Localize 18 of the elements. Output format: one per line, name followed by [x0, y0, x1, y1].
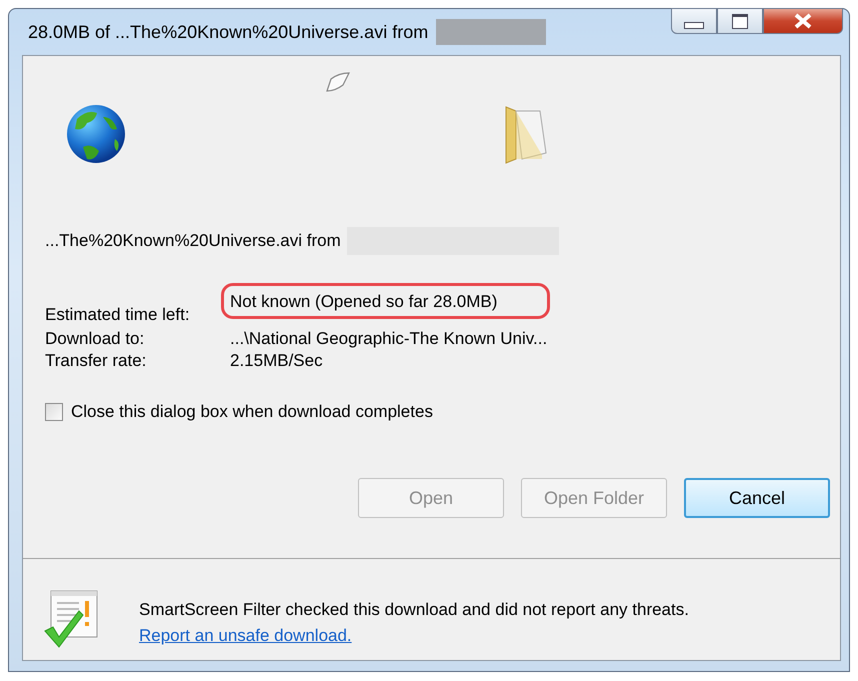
detail-label: Transfer rate:: [45, 351, 148, 371]
checkbox-label[interactable]: Close this dialog box when download completes: [71, 402, 433, 422]
close-icon: [792, 13, 814, 29]
detail-value: 2.15MB/Sec: [230, 351, 323, 370]
window-title: 28.0MB of ...The%20Known%20Universe.avi from: [27, 22, 428, 42]
detail-value: Not known (Opened so far 28.0MB): [230, 292, 498, 311]
close-button[interactable]: [763, 8, 843, 34]
file-name-text: ...The%20Known%20Universe.avi from: [45, 231, 341, 251]
minimize-button[interactable]: [671, 8, 717, 34]
report-link[interactable]: Report an unsafe download.: [139, 626, 352, 645]
smartscreen-message: SmartScreen Filter checked this download and did not report any threats. Report an unsafe download.: [139, 599, 690, 647]
detail-label: Download to:: [45, 329, 146, 349]
maximize-button[interactable]: [717, 8, 763, 34]
dialog-button[interactable]: Cancel: [684, 478, 830, 518]
detail-value: ...\National Geographic-The Known Univ...: [230, 329, 548, 348]
checkbox[interactable]: [45, 403, 63, 421]
detail-label: Estimated time left:: [45, 305, 191, 325]
globe-icon: [65, 103, 127, 165]
